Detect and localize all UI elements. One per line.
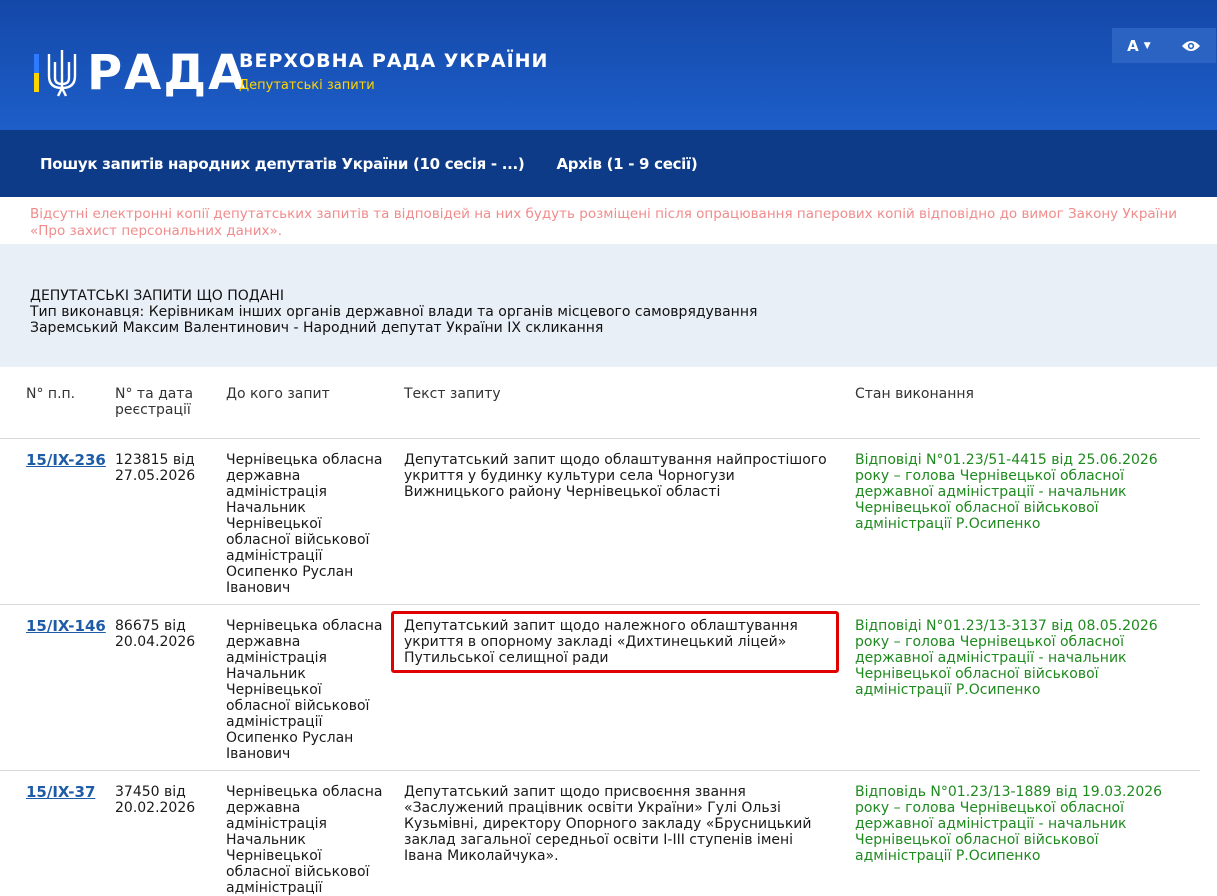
request-link[interactable]: 15/IX-37	[26, 783, 95, 801]
col-recipient: До кого запит	[226, 386, 330, 402]
registration-cell: 123815 від 27.05.2026	[115, 452, 196, 484]
col-number: N° п.п.	[26, 386, 76, 402]
site-title[interactable]: ВЕРХОВНА РАДА УКРАЇНИ	[239, 50, 548, 72]
logo-wordmark: РАДА	[87, 45, 248, 101]
table-row: 15/IX-37 37450 від 20.02.2026 Чернівецьк…	[0, 771, 1200, 896]
request-text-cell: Депутатський запит щодо облаштування най…	[404, 452, 827, 500]
site-header: РАДА ВЕРХОВНА РАДА УКРАЇНИ Депутатські з…	[0, 0, 1217, 130]
main-nav: Пошук запитів народних депутатів України…	[0, 130, 1217, 197]
request-link[interactable]: 15/IX-146	[26, 617, 106, 635]
site-title-block: ВЕРХОВНА РАДА УКРАЇНИ Депутатські запити	[239, 50, 548, 93]
recipient-cell: Чернівецька обласна державна адміністрац…	[226, 452, 383, 596]
nav-search-requests[interactable]: Пошук запитів народних депутатів України…	[40, 155, 525, 173]
recipient-cell: Чернівецька обласна державна адміністрац…	[226, 784, 383, 896]
site-logo[interactable]: РАДА	[34, 48, 247, 98]
col-registration: N° та дата реєстрації	[115, 386, 194, 418]
filter-info: ДЕПУТАТСЬКІ ЗАПИТИ ЩО ПОДАНІ Тип виконав…	[0, 244, 1217, 367]
privacy-notice: Відсутні електронні копії депутатських з…	[30, 206, 1178, 239]
request-text-cell: Депутатський запит щодо належного облашт…	[404, 618, 798, 666]
table-row: 15/IX-146 86675 від 20.04.2026 Чернівець…	[0, 605, 1200, 771]
info-heading: ДЕПУТАТСЬКІ ЗАПИТИ ЩО ПОДАНІ	[30, 288, 284, 304]
chevron-down-icon: ▼	[1143, 40, 1151, 51]
eye-icon	[1181, 40, 1200, 51]
flag-stripe	[34, 54, 39, 92]
registration-cell: 37450 від 20.02.2026	[115, 784, 196, 816]
col-text: Текст запиту	[404, 386, 501, 402]
registration-cell: 86675 від 20.04.2026	[115, 618, 196, 650]
accessibility-tools: А ▼	[1112, 28, 1216, 63]
request-text-cell: Депутатський запит щодо присвоєння званн…	[404, 784, 812, 864]
status-cell: Відповідь N°01.23/13-1889 від 19.03.2026…	[855, 784, 1163, 864]
table-header: N° п.п. N° та дата реєстрації До кого за…	[0, 368, 1200, 439]
recipient-cell: Чернівецька обласна державна адміністрац…	[226, 618, 383, 762]
status-cell: Відповіді N°01.23/51-4415 від 25.06.2026…	[855, 452, 1158, 532]
trident-icon	[47, 50, 77, 97]
requests-table: N° п.п. N° та дата реєстрації До кого за…	[0, 368, 1217, 896]
request-link[interactable]: 15/IX-236	[26, 451, 106, 469]
col-status: Стан виконання	[855, 386, 974, 402]
font-size-button[interactable]: А ▼	[1127, 37, 1151, 55]
table-row: 15/IX-236 123815 від 27.05.2026 Чернівец…	[0, 439, 1200, 605]
info-deputy: Заремський Максим Валентинович - Народни…	[30, 320, 604, 336]
status-cell: Відповіді N°01.23/13-3137 від 08.05.2026…	[855, 618, 1158, 698]
nav-archive[interactable]: Архів (1 - 9 сесії)	[557, 155, 698, 173]
font-size-label: А	[1127, 36, 1139, 55]
visibility-button[interactable]	[1181, 39, 1201, 53]
info-executor-type: Тип виконавця: Керівникам інших органів …	[30, 304, 758, 320]
site-subtitle[interactable]: Депутатські запити	[239, 78, 548, 93]
